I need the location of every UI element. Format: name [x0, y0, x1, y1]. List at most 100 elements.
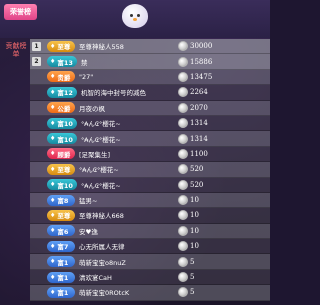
level-badge-text: 富6: [57, 227, 69, 236]
contribution-score: 520: [190, 180, 204, 189]
user-name[interactable]: 安♥逸: [79, 226, 175, 236]
ranking-row[interactable]: 2 ♦ 富13 禁 15886: [30, 54, 270, 70]
ranking-row[interactable]: ♦ 富10 °₳ん₢°櫻花~ 520: [30, 177, 270, 193]
level-badge: ♦ 至尊: [47, 163, 75, 175]
diamond-icon: ♦: [50, 258, 56, 266]
coin-icon: [178, 256, 188, 267]
ranking-row[interactable]: ♦ 富7 心无所属人无律 10: [30, 239, 270, 255]
level-badge: ♦ 富1: [47, 256, 75, 268]
user-name[interactable]: °₳ん₢°櫻花~: [79, 164, 175, 174]
user-name[interactable]: 至尊神秘人558: [79, 41, 175, 51]
sidebar: 贡献榜单: [0, 38, 30, 305]
rank-number: 1: [32, 41, 41, 51]
level-badge-text: 富10: [57, 181, 73, 190]
ranking-row[interactable]: ♦ 富10 °₳ん₢°櫻花~ 1314: [30, 115, 270, 132]
ranking-row[interactable]: ♦ 富1 清欢宴CaH 5: [30, 269, 270, 286]
coin-icon: [178, 225, 188, 236]
diamond-icon: ♦: [50, 150, 56, 158]
contribution-score: 1100: [190, 149, 208, 158]
diamond-icon: ♦: [50, 211, 56, 219]
user-name[interactable]: 机智的海中封号的减色: [81, 87, 177, 97]
diamond-icon: ♦: [50, 242, 56, 250]
level-badge-text: 至尊: [57, 43, 71, 52]
user-name[interactable]: [足聚集生]: [79, 149, 175, 159]
level-badge-text: 富1: [57, 274, 69, 283]
diamond-icon: ♦: [50, 288, 56, 296]
user-name[interactable]: 萌新宝宝o8nuZ: [79, 257, 175, 267]
level-badge: ♦ 富6: [47, 225, 75, 237]
diamond-icon: ♦: [50, 73, 56, 81]
level-badge-text: 富13: [57, 58, 73, 67]
ranking-row[interactable]: ♦ 富10 °₳ん₢°櫻花~ 1314: [30, 131, 270, 147]
level-badge-text: 富1: [57, 258, 69, 267]
diamond-icon: ♦: [50, 135, 56, 143]
honor-tab[interactable]: 荣誉榜: [4, 4, 37, 20]
level-badge-text: 至尊: [57, 166, 71, 175]
user-name[interactable]: °₳ん₢°櫻花~: [81, 134, 177, 144]
contribution-score: 30000: [190, 42, 213, 51]
coin-icon: [178, 148, 188, 159]
ranking-row[interactable]: ♦ 贵爵 "27" 13475: [30, 69, 270, 86]
level-badge-text: 富8: [57, 197, 69, 206]
level-badge: ♦ 富1: [47, 286, 75, 298]
diamond-icon: ♦: [50, 88, 56, 96]
ranking-row[interactable]: ♦ 顾爵 [足聚集生] 1100: [30, 146, 270, 163]
coin-icon: [178, 56, 188, 67]
level-badge: ♦ 富10: [47, 179, 77, 191]
user-name[interactable]: 清欢宴CaH: [79, 272, 175, 282]
contribution-score: 10: [190, 242, 199, 251]
user-name[interactable]: °₳ん₢°櫻花~: [81, 118, 177, 128]
user-name[interactable]: 禁: [81, 57, 177, 67]
level-badge: ♦ 贵爵: [47, 71, 75, 83]
user-name[interactable]: "27": [79, 73, 175, 81]
coin-icon: [178, 164, 188, 175]
ranking-row[interactable]: ♦ 至尊 °₳ん₢°櫻花~ 520: [30, 162, 270, 178]
ranking-row[interactable]: ♦ 至尊 至尊神秘人668 10: [30, 208, 270, 224]
contribution-score: 520: [190, 165, 204, 174]
coin-icon: [178, 210, 188, 221]
ranking-row[interactable]: ♦ 公爵 月夜の枫 2070: [30, 100, 270, 116]
honor-tab-label: 荣誉榜: [10, 8, 31, 16]
ranking-row[interactable]: ♦ 富1 萌新宝宝o8nuZ 5: [30, 254, 270, 270]
diamond-icon: ♦: [50, 181, 56, 189]
coin-icon: [178, 179, 188, 190]
diamond-icon: ♦: [50, 42, 56, 50]
user-name[interactable]: °₳ん₢°櫻花~: [81, 180, 177, 190]
contribution-score: 13475: [190, 72, 213, 81]
mascot-icon: [118, 0, 152, 32]
level-badge: ♦ 富13: [47, 56, 77, 68]
coin-icon: [178, 71, 188, 82]
user-name[interactable]: 月夜の枫: [79, 103, 175, 113]
user-name[interactable]: 猛男~: [79, 195, 175, 205]
ranking-row[interactable]: ♦ 富6 安♥逸 10: [30, 223, 270, 240]
ranking-row[interactable]: ♦ 富8 猛男~ 10: [30, 192, 270, 209]
ranking-row[interactable]: 1 ♦ 至尊 至尊神秘人558 30000: [30, 39, 270, 55]
contribution-score: 5: [190, 257, 195, 266]
user-name[interactable]: 至尊神秘人668: [79, 210, 175, 220]
level-badge-text: 富12: [57, 89, 73, 98]
level-badge: ♦ 至尊: [47, 40, 75, 52]
coin-icon: [178, 195, 188, 206]
contribution-score: 2264: [190, 88, 208, 97]
contribution-score: 10: [190, 226, 199, 235]
level-badge-text: 顾爵: [57, 150, 71, 159]
diamond-icon: ♦: [50, 58, 56, 66]
user-name[interactable]: 心无所属人无律: [79, 241, 175, 251]
contribution-score: 5: [190, 288, 195, 297]
ranking-row[interactable]: ♦ 富1 萌新宝宝0ROtcK 5: [30, 285, 270, 301]
contribution-score: 5: [190, 273, 195, 282]
level-badge: ♦ 顾爵: [47, 148, 75, 160]
coin-icon: [178, 118, 188, 129]
level-badge: ♦ 富10: [47, 133, 77, 145]
diamond-icon: ♦: [50, 227, 56, 235]
diamond-icon: ♦: [50, 273, 56, 281]
user-name[interactable]: 萌新宝宝0ROtcK: [79, 287, 175, 297]
sidebar-label[interactable]: 贡献榜单: [3, 42, 29, 58]
contribution-score: 10: [190, 196, 199, 205]
ranking-row[interactable]: ♦ 富12 机智的海中封号的减色 2264: [30, 85, 270, 101]
level-badge-text: 富10: [57, 120, 73, 129]
level-badge: ♦ 至尊: [47, 209, 75, 221]
diamond-icon: ♦: [50, 165, 56, 173]
coin-icon: [178, 87, 188, 98]
diamond-icon: ♦: [50, 104, 56, 112]
